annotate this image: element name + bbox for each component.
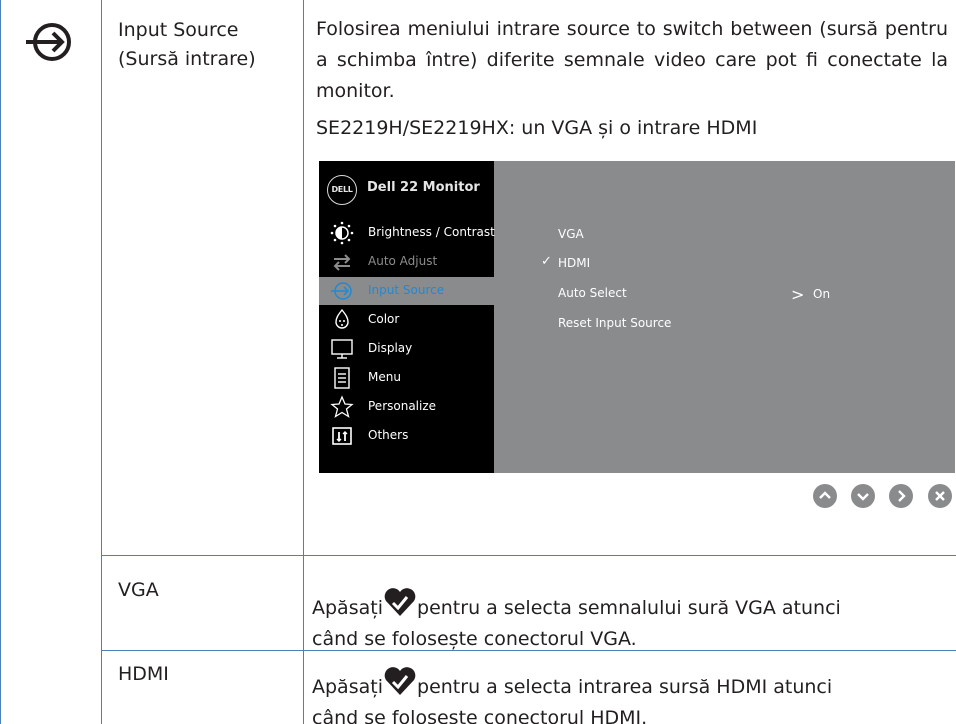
hdmi-text: pentru a selecta intrarea sursă HDMI atu… <box>417 676 833 698</box>
right-button-icon[interactable] <box>889 484 913 508</box>
input-source-icon <box>331 282 352 300</box>
down-button-icon[interactable] <box>851 484 875 508</box>
others-icon <box>332 427 352 445</box>
osd-menu-item-input-source[interactable]: Input Source <box>319 277 494 305</box>
hdmi-description: Apăsați pentru a selecta intrarea sursă … <box>312 665 952 724</box>
check-button-icon <box>384 588 416 616</box>
vga-line-1: Apăsați pentru a selecta semnalului sură… <box>312 586 952 624</box>
osd-header: DELL Dell 22 Monitor <box>319 161 494 213</box>
description-text: Folosirea meniului intrare source to swi… <box>316 18 948 102</box>
star-icon <box>330 395 354 418</box>
hdmi-line-2: când se folosește conectorul HDMI. <box>312 707 648 724</box>
osd-menu-label: Brightness / Contrast <box>368 225 495 239</box>
osd-title: Dell 22 Monitor <box>367 180 480 195</box>
close-button-icon[interactable] <box>928 484 952 508</box>
vga-text: pentru a selecta semnalului sură VGA atu… <box>417 597 841 619</box>
table-divider-1 <box>101 0 102 724</box>
osd-option-reset-input-source[interactable]: Reset Input Source <box>558 316 671 330</box>
vga-description: Apăsați pentru a selecta semnalului sură… <box>312 586 952 655</box>
osd-menu-item-auto-adjust[interactable]: Auto Adjust <box>319 248 494 276</box>
osd-option-auto-select[interactable]: Auto Select <box>558 286 627 300</box>
vga-line-2: când se folosește conectorul VGA. <box>312 628 637 650</box>
osd-menu-item-personalize[interactable]: Personalize <box>319 393 494 421</box>
osd-option-vga[interactable]: VGA <box>558 227 584 241</box>
osd-screenshot: DELL Dell 22 Monitor Brightness / Contra… <box>319 161 955 473</box>
hdmi-line-1: Apăsați pentru a selecta intrarea sursă … <box>312 665 952 703</box>
osd-menu-item-color[interactable]: Color <box>319 306 494 334</box>
check-button-icon <box>384 667 416 695</box>
osd-menu-item-menu[interactable]: Menu <box>319 364 494 392</box>
input-source-icon <box>26 23 71 61</box>
row-label-input-source: Input Source (Sursă intrare) <box>118 16 256 74</box>
osd-menu-item-display[interactable]: Display <box>319 335 494 363</box>
osd-menu-item-brightness[interactable]: Brightness / Contrast <box>319 219 495 247</box>
osd-menu-label: Color <box>368 312 400 326</box>
osd-auto-select-value: On <box>813 287 831 301</box>
checkmark-icon: ✓ <box>541 254 552 269</box>
table-border-left <box>0 0 1 724</box>
models-note: SE2219H/SE2219HX: un VGA și o intrare HD… <box>316 117 758 139</box>
label-line: Input Source <box>118 19 239 41</box>
auto-adjust-icon <box>333 254 351 271</box>
row-label-hdmi: HDMI <box>118 663 169 685</box>
osd-menu-label: Personalize <box>368 399 437 413</box>
osd-menu-label: Display <box>368 341 413 355</box>
text-apasati: Apăsați <box>312 676 390 698</box>
table-divider-2 <box>303 0 304 724</box>
label-line: (Sursă intrare) <box>118 48 256 70</box>
osd-menu-item-others[interactable]: Others <box>319 422 494 450</box>
osd-option-hdmi[interactable]: HDMI <box>558 256 590 270</box>
osd-menu-label: Menu <box>368 370 401 384</box>
color-icon <box>335 308 349 329</box>
brightness-icon <box>330 221 354 245</box>
dell-logo: DELL <box>327 175 357 205</box>
up-button-icon[interactable] <box>813 484 837 508</box>
text-apasati: Apăsați <box>312 597 390 619</box>
osd-menu-label: Auto Adjust <box>368 254 438 268</box>
osd-menu-label: Input Source <box>368 283 445 297</box>
row-label-vga: VGA <box>118 579 159 601</box>
table-row-separator <box>101 555 956 556</box>
input-source-description: Folosirea meniului intrare source to swi… <box>316 14 948 107</box>
osd-menu-label: Others <box>368 428 409 442</box>
display-icon <box>331 339 353 359</box>
menu-icon <box>334 367 350 389</box>
chevron-right-icon: > <box>791 285 805 304</box>
